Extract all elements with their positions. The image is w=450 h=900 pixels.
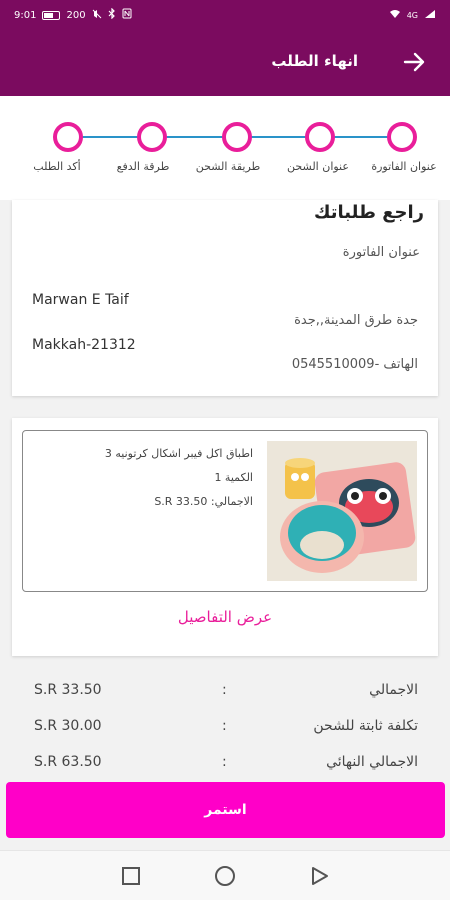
continue-button[interactable]: استمر <box>6 782 445 838</box>
summary-colon: : <box>222 682 227 698</box>
summary-value: S.R 30.00 <box>34 718 102 734</box>
home-button[interactable] <box>214 865 236 887</box>
status-time: 9:01 <box>14 9 37 21</box>
back-icon <box>312 867 328 885</box>
bluetooth-icon <box>108 7 116 22</box>
page-title: انهاء الطلب <box>271 52 358 70</box>
nfc-icon <box>122 8 132 22</box>
summary-row-grand-total: الاجمالي النهائي : S.R 63.50 <box>0 754 450 778</box>
battery-icon <box>42 10 61 20</box>
arrow-right-icon <box>403 52 425 72</box>
step-label-confirm: أكد الطلب <box>33 160 81 173</box>
signal-icon <box>424 9 436 22</box>
customer-phone: الهاتف -0545510009 <box>291 357 418 372</box>
summary-value: S.R 63.50 <box>34 754 102 770</box>
view-details-link[interactable]: عرض التفاصيل <box>12 608 438 626</box>
step-label-payment: طرقة الدفع <box>116 160 170 173</box>
summary-row-shipping: تكلفة ثابتة للشحن : S.R 30.00 <box>0 718 450 742</box>
summary-label: الاجمالي النهائي <box>326 754 418 770</box>
customer-name: Marwan E Taif <box>32 292 129 308</box>
customer-city: Makkah-21312 <box>32 337 136 353</box>
system-nav-bar <box>0 850 450 900</box>
step-label-billing: عنوان الفاتورة <box>371 160 437 173</box>
system-back-button[interactable] <box>309 865 331 887</box>
app-bar: انهاء الطلب <box>0 30 450 96</box>
step-shipping-method[interactable] <box>222 122 252 152</box>
step-label-shipping-method: طريقة الشحن <box>195 160 261 173</box>
recent-apps-button[interactable] <box>120 865 142 887</box>
product-image <box>267 441 417 581</box>
billing-address-heading: عنوان الفاتورة <box>342 245 420 260</box>
wifi-icon <box>389 9 401 22</box>
address-card: راجع طلباتك عنوان الفاتورة Marwan E Taif… <box>12 200 438 396</box>
recent-apps-icon <box>122 867 140 885</box>
back-button[interactable] <box>400 48 428 76</box>
summary-colon: : <box>222 718 227 734</box>
summary-value: S.R 33.50 <box>34 682 102 698</box>
summary-label: الاجمالي <box>369 682 418 698</box>
customer-street: جدة طرق المدينة,,جدة <box>294 313 418 328</box>
product-total: الاجمالي: S.R 33.50 <box>154 495 253 508</box>
home-icon <box>215 866 235 886</box>
summary-colon: : <box>222 754 227 770</box>
step-confirm-order[interactable] <box>53 122 83 152</box>
step-payment-method[interactable] <box>137 122 167 152</box>
summary-label: تكلفة ثابتة للشحن <box>313 718 418 734</box>
step-billing-address[interactable] <box>387 122 417 152</box>
product-quantity: الكمية 1 <box>214 471 253 484</box>
status-bar: 9:01 200 4G <box>0 0 450 30</box>
product-name: اطباق اكل فيبر اشكال كرتونيه 3 <box>104 447 253 460</box>
checkout-stepper: عنوان الفاتورة عنوان الشحن طريقة الشحن ط… <box>0 96 450 200</box>
order-summary: الاجمالي : S.R 33.50 تكلفة ثابتة للشحن :… <box>0 672 450 782</box>
product-item[interactable]: اطباق اكل فيبر اشكال كرتونيه 3 الكمية 1 … <box>22 430 428 592</box>
summary-row-subtotal: الاجمالي : S.R 33.50 <box>0 682 450 706</box>
review-heading: راجع طلباتك <box>314 202 424 223</box>
network-label: 4G <box>406 10 418 20</box>
mute-icon <box>92 9 102 22</box>
step-shipping-address[interactable] <box>305 122 335 152</box>
data-speed: 200 <box>66 9 86 21</box>
order-items-card: اطباق اكل فيبر اشكال كرتونيه 3 الكمية 1 … <box>12 418 438 656</box>
step-label-shipping-address: عنوان الشحن <box>287 160 349 173</box>
